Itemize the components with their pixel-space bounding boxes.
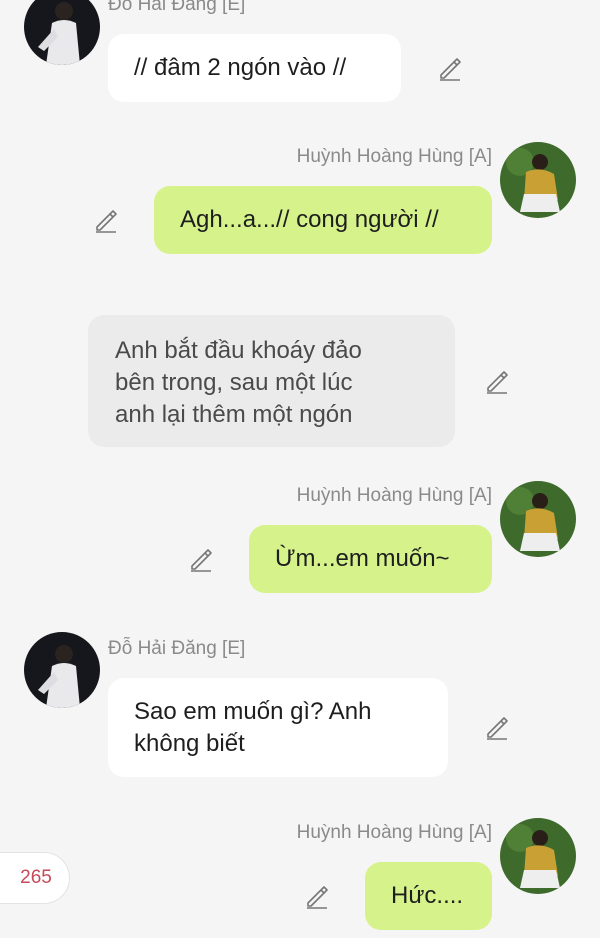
edit-pencil-icon[interactable] (93, 207, 119, 233)
message-line: Sao em muốn gì? Anh (134, 698, 372, 725)
message-bubble[interactable]: // đâm 2 ngón vào // (108, 34, 401, 102)
avatar-e[interactable] (24, 632, 100, 708)
message-text: Agh...a...// cong người // (180, 206, 439, 233)
narration-line: Anh bắt đầu khoáy đảo (115, 337, 362, 364)
edit-pencil-icon[interactable] (188, 546, 214, 572)
narration-line: anh lại thêm một ngón (115, 401, 353, 428)
message-text: Ừm...em muốn~ (275, 545, 450, 572)
message-bubble[interactable]: Hức.... (365, 862, 492, 930)
sender-name: Đỗ Hải Đăng [E] (108, 638, 246, 659)
narration-line: bên trong, sau một lúc (115, 369, 353, 396)
avatar-a[interactable] (500, 142, 576, 218)
sender-name: Huỳnh Hoàng Hùng [A] (296, 485, 492, 506)
message-line: không biết (134, 730, 245, 757)
edit-pencil-icon[interactable] (484, 368, 510, 394)
avatar-a[interactable] (500, 818, 576, 894)
message-text: // đâm 2 ngón vào // (134, 54, 347, 81)
message-bubble[interactable]: Sao em muốn gì? Anh không biết (108, 678, 448, 777)
avatar-e[interactable] (24, 0, 100, 65)
counter-value: 265 (20, 867, 52, 888)
message-bubble[interactable]: Ừm...em muốn~ (249, 525, 492, 593)
sender-name: Huỳnh Hoàng Hùng [A] (296, 146, 492, 167)
edit-pencil-icon[interactable] (437, 55, 463, 81)
message-text: Hức.... (391, 882, 464, 909)
edit-pencil-icon[interactable] (484, 714, 510, 740)
sender-name: Đỗ Hải Đăng [E] (108, 0, 246, 15)
sender-name: Huỳnh Hoàng Hùng [A] (296, 822, 492, 843)
edit-pencil-icon[interactable] (304, 883, 330, 909)
message-counter-badge[interactable]: 265 (0, 852, 70, 904)
avatar-a[interactable] (500, 481, 576, 557)
narration-bubble[interactable]: Anh bắt đầu khoáy đảo bên trong, sau một… (88, 315, 455, 447)
message-bubble[interactable]: Agh...a...// cong người // (154, 186, 492, 254)
